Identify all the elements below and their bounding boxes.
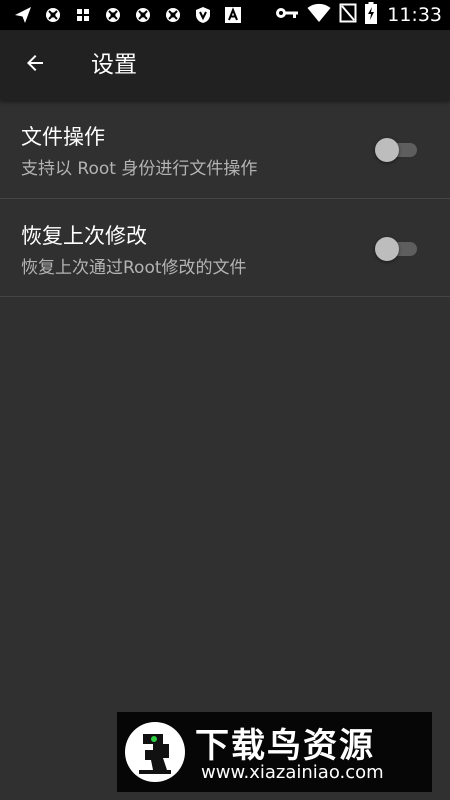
vpn-shield-icon [188,0,218,30]
watermark-brand: 下载鸟资源 [195,726,375,766]
notification-icon [98,0,128,30]
watermark-banner: 下载鸟资源 www.xiazainiao.com [117,712,432,792]
setting-restore-last-modification[interactable]: 恢复上次修改 恢复上次通过Root修改的文件 [0,199,450,297]
bird-logo-icon [123,720,187,784]
setting-description: 支持以 Root 身份进行文件操作 [21,159,258,179]
arrow-back-icon [23,51,47,79]
send-icon [8,0,38,30]
wifi-icon [307,3,331,27]
notification-icons [8,0,248,30]
no-sim-icon [339,3,357,27]
settings-screen: 11:33 设置 文件操作 支持以 Root 身份进行文件操作 恢复上次修改 恢… [0,0,450,800]
key-icon [275,5,299,25]
system-icons: 11:33 [275,0,442,30]
switch-thumb [375,237,399,261]
setting-description: 恢复上次通过Root修改的文件 [21,258,247,278]
battery-charging-icon [365,2,378,28]
notification-icon [128,0,158,30]
notification-icon [38,0,68,30]
setting-title: 文件操作 [21,125,105,149]
setting-file-operations[interactable]: 文件操作 支持以 Root 身份进行文件操作 [0,100,450,199]
switch-thumb [375,138,399,162]
watermark-url: www.xiazainiao.com [201,762,384,783]
status-time: 11:33 [387,4,442,26]
app-a-icon [218,0,248,30]
app-bar: 设置 [0,30,450,100]
setting-title: 恢复上次修改 [21,224,147,248]
notification-icon [158,0,188,30]
file-operations-toggle[interactable] [375,138,417,162]
settings-list: 文件操作 支持以 Root 身份进行文件操作 恢复上次修改 恢复上次通过Root… [0,100,450,297]
grid-icon [68,0,98,30]
back-button[interactable] [12,42,58,88]
page-title: 设置 [91,52,137,78]
status-bar: 11:33 [0,0,450,30]
restore-last-modification-toggle[interactable] [375,237,417,261]
